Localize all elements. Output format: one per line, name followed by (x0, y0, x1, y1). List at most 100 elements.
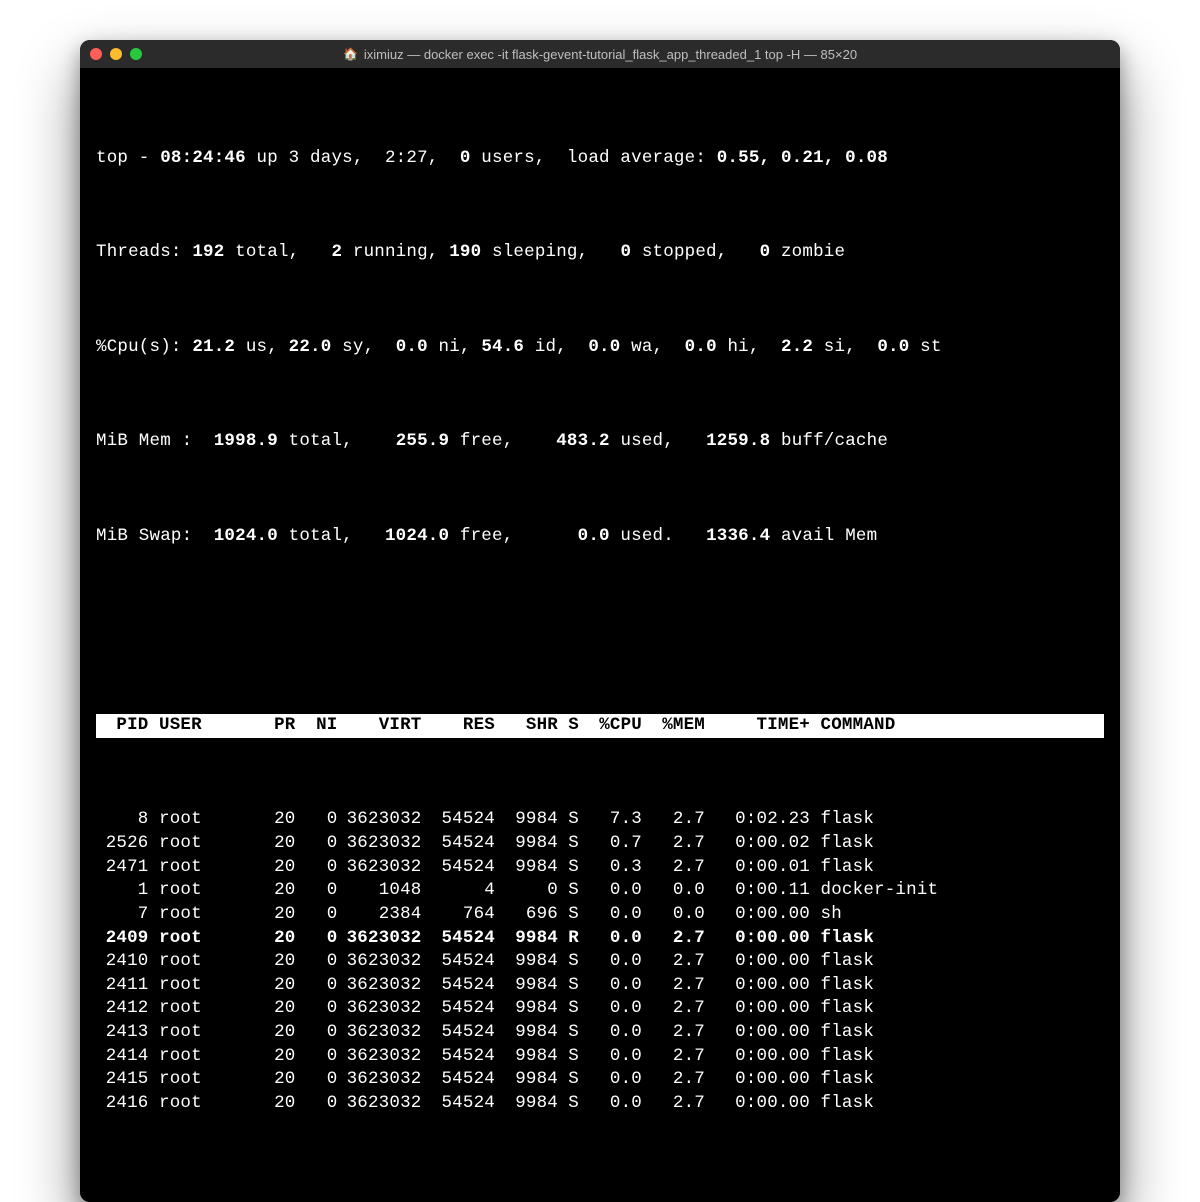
cell-time: 0:00.00 (705, 1045, 810, 1069)
terminal-body[interactable]: top - 08:24:46 up 3 days, 2:27, 0 users,… (80, 68, 1120, 1202)
cell-cmd: flask (810, 1068, 874, 1092)
window-title-text: iximiuz — docker exec -it flask-gevent-t… (364, 47, 857, 62)
cell-shr: 9984 (495, 1068, 558, 1092)
cell-s: S (558, 1092, 579, 1116)
cell-time: 0:00.00 (705, 950, 810, 974)
cell-res: 54524 (422, 974, 496, 998)
cell-pr: 20 (254, 879, 296, 903)
cell-s: S (558, 1068, 579, 1092)
cell-ni: 0 (296, 1021, 338, 1045)
cell-cpu: 0.0 (579, 1045, 642, 1069)
cell-time: 0:00.00 (705, 927, 810, 951)
cell-mem: 2.7 (642, 1021, 705, 1045)
process-table-header: PIDUSERPRNIVIRTRESSHRS%CPU%MEMTIME+COMMA… (96, 714, 1104, 738)
cell-pid: 2409 (96, 927, 149, 951)
cell-shr: 9984 (495, 832, 558, 856)
cell-ni: 0 (296, 1045, 338, 1069)
cell-cmd: flask (810, 856, 874, 880)
cell-shr: 9984 (495, 950, 558, 974)
cell-pr: 20 (254, 903, 296, 927)
cell-shr: 9984 (495, 927, 558, 951)
cell-shr: 9984 (495, 974, 558, 998)
col-time: TIME+ (705, 714, 810, 738)
cell-cpu: 7.3 (579, 808, 642, 832)
cell-s: S (558, 879, 579, 903)
titlebar[interactable]: 🏠 iximiuz — docker exec -it flask-gevent… (80, 40, 1120, 68)
cell-pr: 20 (254, 1045, 296, 1069)
cell-pr: 20 (254, 1021, 296, 1045)
cell-pid: 2410 (96, 950, 149, 974)
cell-pid: 2526 (96, 832, 149, 856)
col-ni: NI (296, 714, 338, 738)
cell-pid: 8 (96, 808, 149, 832)
cell-cpu: 0.0 (579, 879, 642, 903)
cell-shr: 9984 (495, 1092, 558, 1116)
process-table-body: 8root2003623032545249984S7.32.70:02.23fl… (96, 808, 1104, 1115)
cell-virt: 3623032 (338, 997, 422, 1021)
cell-mem: 0.0 (642, 903, 705, 927)
cell-pr: 20 (254, 927, 296, 951)
cell-cpu: 0.0 (579, 997, 642, 1021)
minimize-icon[interactable] (110, 48, 122, 60)
cell-mem: 2.7 (642, 808, 705, 832)
cell-virt: 3623032 (338, 1021, 422, 1045)
table-row: 2409root2003623032545249984R0.02.70:00.0… (96, 927, 1104, 951)
cell-mem: 2.7 (642, 974, 705, 998)
cell-pid: 2414 (96, 1045, 149, 1069)
cell-cmd: flask (810, 997, 874, 1021)
col-cmd: COMMAND (810, 714, 895, 738)
cell-res: 54524 (422, 1021, 496, 1045)
cell-s: R (558, 927, 579, 951)
cell-mem: 2.7 (642, 1068, 705, 1092)
cell-pr: 20 (254, 1068, 296, 1092)
cell-virt: 3623032 (338, 950, 422, 974)
maximize-icon[interactable] (130, 48, 142, 60)
col-pid: PID (96, 714, 149, 738)
cell-cpu: 0.0 (579, 974, 642, 998)
col-mem: %MEM (642, 714, 705, 738)
cell-mem: 2.7 (642, 1045, 705, 1069)
col-res: RES (422, 714, 496, 738)
cell-res: 54524 (422, 950, 496, 974)
cell-pr: 20 (254, 1092, 296, 1116)
cell-cmd: flask (810, 832, 874, 856)
cell-user: root (149, 808, 254, 832)
table-row: 2413root2003623032545249984S0.02.70:00.0… (96, 1021, 1104, 1045)
cell-time: 0:00.00 (705, 903, 810, 927)
cell-shr: 9984 (495, 997, 558, 1021)
cell-ni: 0 (296, 974, 338, 998)
cell-cpu: 0.7 (579, 832, 642, 856)
cell-user: root (149, 832, 254, 856)
cell-pid: 2411 (96, 974, 149, 998)
col-user: USER (149, 714, 254, 738)
traffic-lights (90, 48, 142, 60)
top-summary-line-1: top - 08:24:46 up 3 days, 2:27, 0 users,… (96, 147, 1104, 171)
cell-s: S (558, 832, 579, 856)
home-icon: 🏠 (343, 47, 358, 61)
cell-user: root (149, 856, 254, 880)
cell-ni: 0 (296, 856, 338, 880)
cell-pid: 2412 (96, 997, 149, 1021)
cell-cpu: 0.0 (579, 1068, 642, 1092)
table-row: 7root2002384764696S0.00.00:00.00sh (96, 903, 1104, 927)
cell-shr: 9984 (495, 808, 558, 832)
cell-user: root (149, 997, 254, 1021)
cell-time: 0:00.00 (705, 997, 810, 1021)
cell-user: root (149, 927, 254, 951)
cell-cmd: sh (810, 903, 842, 927)
cell-res: 54524 (422, 1045, 496, 1069)
cell-virt: 3623032 (338, 808, 422, 832)
cell-user: root (149, 1068, 254, 1092)
cell-mem: 2.7 (642, 950, 705, 974)
col-shr: SHR (495, 714, 558, 738)
close-icon[interactable] (90, 48, 102, 60)
cell-cmd: flask (810, 808, 874, 832)
cell-cpu: 0.0 (579, 1021, 642, 1045)
cell-pid: 1 (96, 879, 149, 903)
cell-s: S (558, 997, 579, 1021)
cell-pid: 2471 (96, 856, 149, 880)
cell-virt: 3623032 (338, 1045, 422, 1069)
cell-cmd: docker-init (810, 879, 938, 903)
cell-cpu: 0.0 (579, 903, 642, 927)
cell-time: 0:00.01 (705, 856, 810, 880)
